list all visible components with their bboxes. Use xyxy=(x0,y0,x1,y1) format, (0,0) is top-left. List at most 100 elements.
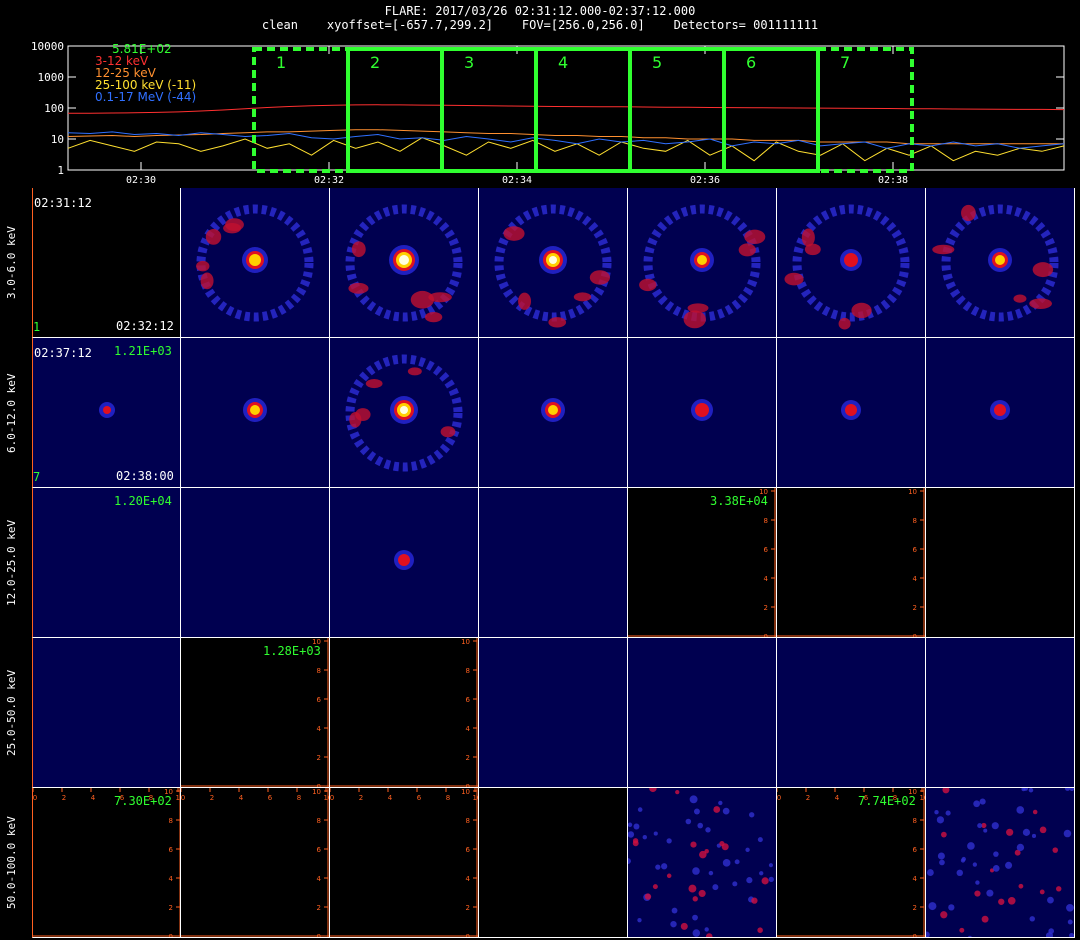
image-canvas: 0246810 xyxy=(628,488,776,637)
image-tile-r4-c3: 0 2 4 6 8 10 xyxy=(330,638,479,788)
noise-speck xyxy=(745,847,750,852)
row-label-2: 6.0-12.0 keV xyxy=(5,373,18,453)
sidelobe-blob xyxy=(503,226,525,241)
image-background xyxy=(628,488,776,637)
noise-speck xyxy=(652,884,658,890)
image-tile-r1-c4 xyxy=(479,188,628,338)
source-peak xyxy=(249,254,261,266)
noise-speck xyxy=(697,822,704,829)
noise-speck xyxy=(757,927,763,933)
noise-speck xyxy=(642,835,647,840)
image-axis-tick-label: 2 xyxy=(169,904,173,912)
series-line-3 xyxy=(67,137,1065,162)
image-canvas xyxy=(181,488,329,637)
noise-speck xyxy=(1016,806,1025,814)
row2-end-time: 02:38:00 xyxy=(116,469,174,483)
image-axis-tick-label: 2 xyxy=(359,794,363,802)
sidelobe-blob xyxy=(200,272,214,290)
image-tile-r2-c4 xyxy=(479,338,628,488)
image-axis-tick-label: 8 xyxy=(913,817,917,825)
row-label-4: 25.0-50.0 keV xyxy=(5,669,18,757)
image-axis-tick-label: 0 xyxy=(181,794,185,802)
image-canvas xyxy=(479,488,627,637)
row-label-1: 3.0-6.0 keV xyxy=(5,226,18,300)
noise-speck xyxy=(967,842,975,850)
sidelobe-blob xyxy=(1029,298,1052,309)
image-background xyxy=(479,488,627,637)
image-tile-r1-c7 xyxy=(926,188,1075,338)
image-axis-tick-label: 0 xyxy=(169,933,173,938)
image-tile-r4-c2: 0 2 4 6 8 10 xyxy=(181,638,330,788)
series-line-1 xyxy=(68,104,1065,114)
noise-speck xyxy=(1069,933,1074,937)
image-tile-r2-c2 xyxy=(181,338,330,488)
source-core xyxy=(994,404,1006,416)
x-tick-label: 02:36 xyxy=(690,175,720,186)
image-axis-tick-label: 0 xyxy=(330,794,334,802)
image-tile-r3-c1 xyxy=(32,488,181,638)
image-canvas xyxy=(479,188,627,337)
image-axis-tick-label: 4 xyxy=(239,794,244,802)
image-canvas xyxy=(628,188,776,337)
peak-value-r2c1: 1.21E+03 xyxy=(114,344,172,358)
image-tile-r4-c7 xyxy=(926,638,1075,788)
image-canvas xyxy=(926,638,1074,787)
image-canvas xyxy=(926,788,1074,937)
source-peak xyxy=(548,405,558,415)
peak-value-r5c1: 7.30E+02 xyxy=(114,794,172,808)
row2-interval-index: 7 xyxy=(33,470,41,484)
image-axis-tick-label: 4 xyxy=(91,794,96,802)
lightcurve-legend: 5.81E+023-12 keV12-25 keV25-100 keV (-11… xyxy=(95,42,196,104)
image-tile-r2-c3 xyxy=(330,338,479,488)
noise-speck xyxy=(991,822,999,830)
image-background xyxy=(926,638,1074,787)
noise-speck xyxy=(983,828,988,833)
image-tile-r5-c2: 02468100246810 xyxy=(181,788,330,938)
image-background xyxy=(181,788,329,937)
image-axis-tick-label: 2 xyxy=(317,904,321,912)
noise-speck xyxy=(732,881,738,887)
image-axis-tick-label: 8 xyxy=(446,794,450,802)
legend-entry: 0.1-17 MeV (-44) xyxy=(95,90,196,104)
image-axis-tick-label: 2 xyxy=(210,794,214,802)
interval-box xyxy=(440,47,538,173)
image-tile-r3-c6: 0 2 4 6 8 10 xyxy=(777,488,926,638)
noise-speck xyxy=(655,864,661,870)
noise-speck xyxy=(928,902,937,911)
image-axis-tick-label: 8 xyxy=(764,517,768,525)
image-tile-r2-c1 xyxy=(32,338,181,488)
noise-speck xyxy=(751,897,758,904)
noise-speck xyxy=(998,898,1005,905)
image-tile-r1-c3 xyxy=(330,188,479,338)
image-axis-tick-label: 4 xyxy=(913,575,918,583)
sidelobe-blob xyxy=(573,292,592,302)
interval-box xyxy=(346,47,444,173)
image-tile-r2-c7 xyxy=(926,338,1075,488)
image-tile-r4-c1 xyxy=(32,638,181,788)
image-axis-tick-label: 10 xyxy=(461,638,470,646)
sidelobe-blob xyxy=(801,228,815,247)
source-core xyxy=(844,253,858,267)
x-tick-label: 02:32 xyxy=(314,175,344,186)
image-canvas xyxy=(330,188,478,337)
lightcurve-x-axis: 02:30 02:32 02:34 02:36 02:38 xyxy=(126,46,908,186)
sidelobe-blob xyxy=(683,310,706,329)
image-axis-tick-label: 4 xyxy=(913,875,918,883)
image-axis-tick-label: 0 xyxy=(33,794,37,802)
image-axis-tick-label: 4 xyxy=(169,875,174,883)
image-background xyxy=(33,488,180,637)
image-tile-r1-c5 xyxy=(628,188,777,338)
noise-speck xyxy=(768,876,774,883)
noise-speck xyxy=(936,816,945,824)
interval-box xyxy=(816,47,914,173)
noise-speck xyxy=(1066,903,1074,912)
sidelobe-blob xyxy=(961,204,976,222)
noise-speck xyxy=(986,889,994,897)
noise-speck xyxy=(1028,788,1034,793)
noise-speck xyxy=(939,859,945,866)
image-axis-tick-label: 6 xyxy=(268,794,273,802)
noise-speck xyxy=(722,859,731,867)
image-axis-tick-label: 6 xyxy=(317,696,322,704)
noise-speck xyxy=(1052,847,1059,853)
row2-start-time: 02:37:12 xyxy=(34,346,92,360)
